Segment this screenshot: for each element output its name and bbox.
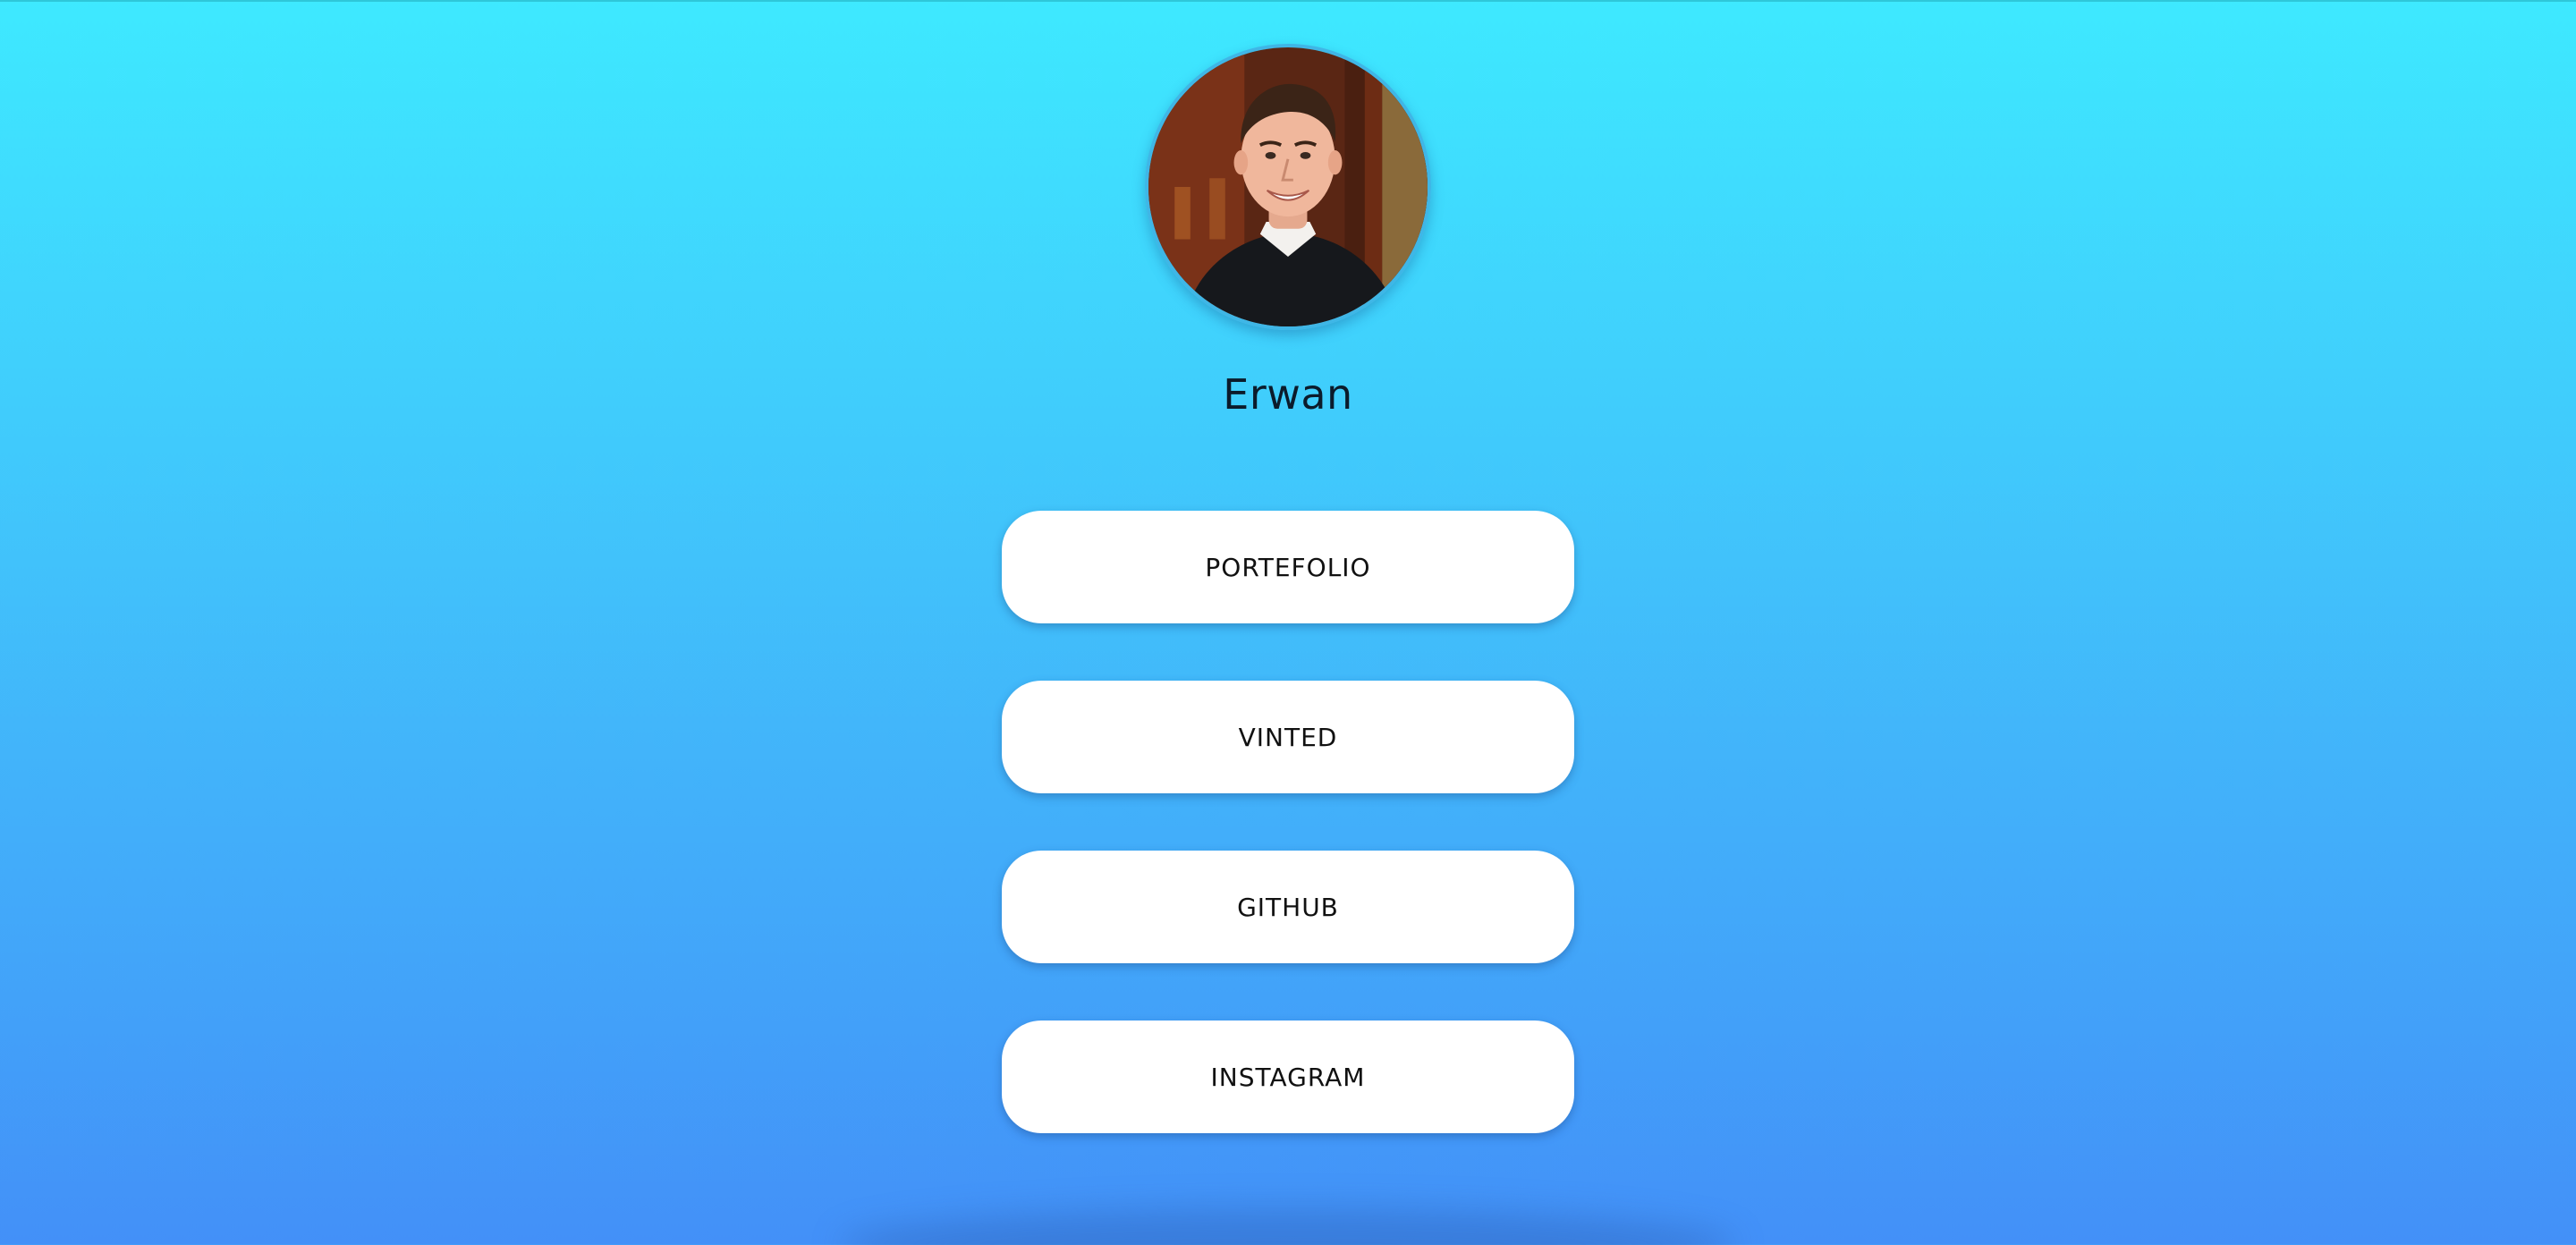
profile-avatar [1145, 44, 1431, 330]
github-link-button[interactable]: GITHUB [1002, 851, 1574, 963]
profile-name: Erwan [1223, 370, 1353, 419]
bottom-shadow-decoration [841, 1209, 1735, 1245]
profile-photo-icon [1148, 47, 1428, 326]
instagram-link-button[interactable]: INSTAGRAM [1002, 1021, 1574, 1133]
link-in-bio-page: Erwan PORTEFOLIO VINTED GITHUB INSTAGRAM [0, 0, 2576, 1245]
link-list: PORTEFOLIO VINTED GITHUB INSTAGRAM [1002, 511, 1574, 1190]
vinted-link-button[interactable]: VINTED [1002, 681, 1574, 793]
portfolio-link-button[interactable]: PORTEFOLIO [1002, 511, 1574, 623]
